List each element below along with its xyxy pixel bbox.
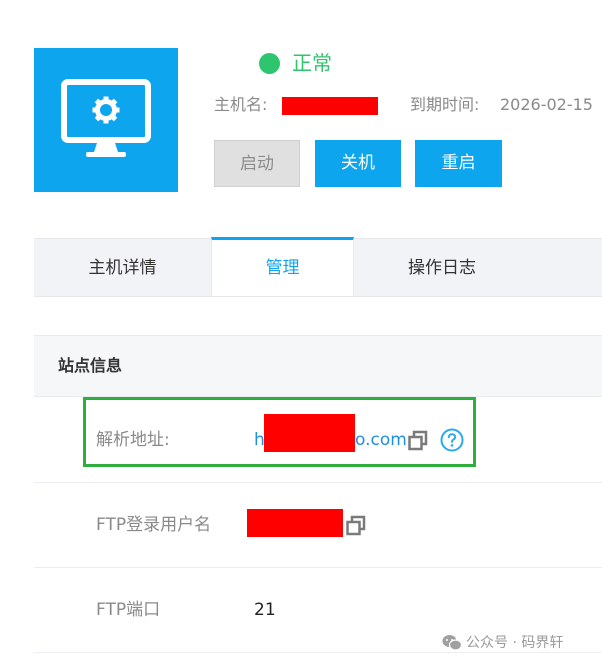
resolve-address-redacted [264, 414, 355, 452]
tab-operation-log[interactable]: 操作日志 [354, 239, 530, 297]
section-title: 站点信息 [58, 356, 123, 375]
host-name-redacted [282, 97, 378, 115]
ftp-port-value: 21 [254, 600, 276, 620]
site-info-header: 站点信息 [34, 335, 602, 397]
tab-host-detail[interactable]: 主机详情 [34, 239, 211, 297]
tab-bar: 主机详情 管理 操作日志 [34, 237, 602, 297]
shutdown-button[interactable]: 关机 [315, 140, 401, 187]
watermark-text: 公众号 · 码界轩 [466, 635, 564, 651]
ftp-port-label: FTP端口 [96, 600, 161, 620]
host-management-page: 正常 主机名: 到期时间: 2026-02-15 启动 关机 重启 主机详情 管… [0, 0, 602, 666]
wechat-icon [442, 635, 462, 651]
host-name-label: 主机名: [214, 95, 268, 114]
ftp-username-label: FTP登录用户名 [96, 515, 212, 535]
resolve-address-label: 解析地址: [96, 430, 170, 450]
expire-label: 到期时间: [410, 95, 480, 114]
restart-button[interactable]: 重启 [415, 140, 502, 187]
copy-icon[interactable] [345, 515, 367, 541]
help-icon[interactable] [440, 428, 464, 452]
status-text: 正常 [292, 51, 332, 75]
tab-manage[interactable]: 管理 [211, 237, 354, 296]
row-divider [34, 567, 602, 568]
start-button[interactable]: 启动 [214, 140, 300, 187]
monitor-gear-icon [34, 48, 178, 192]
row-divider [34, 482, 602, 483]
expire-value: 2026-02-15 [500, 95, 593, 114]
copy-icon[interactable] [407, 430, 429, 456]
status-indicator [259, 53, 280, 74]
resolve-address-link-suffix[interactable]: o.com [355, 428, 407, 452]
ftp-username-redacted [247, 509, 343, 537]
